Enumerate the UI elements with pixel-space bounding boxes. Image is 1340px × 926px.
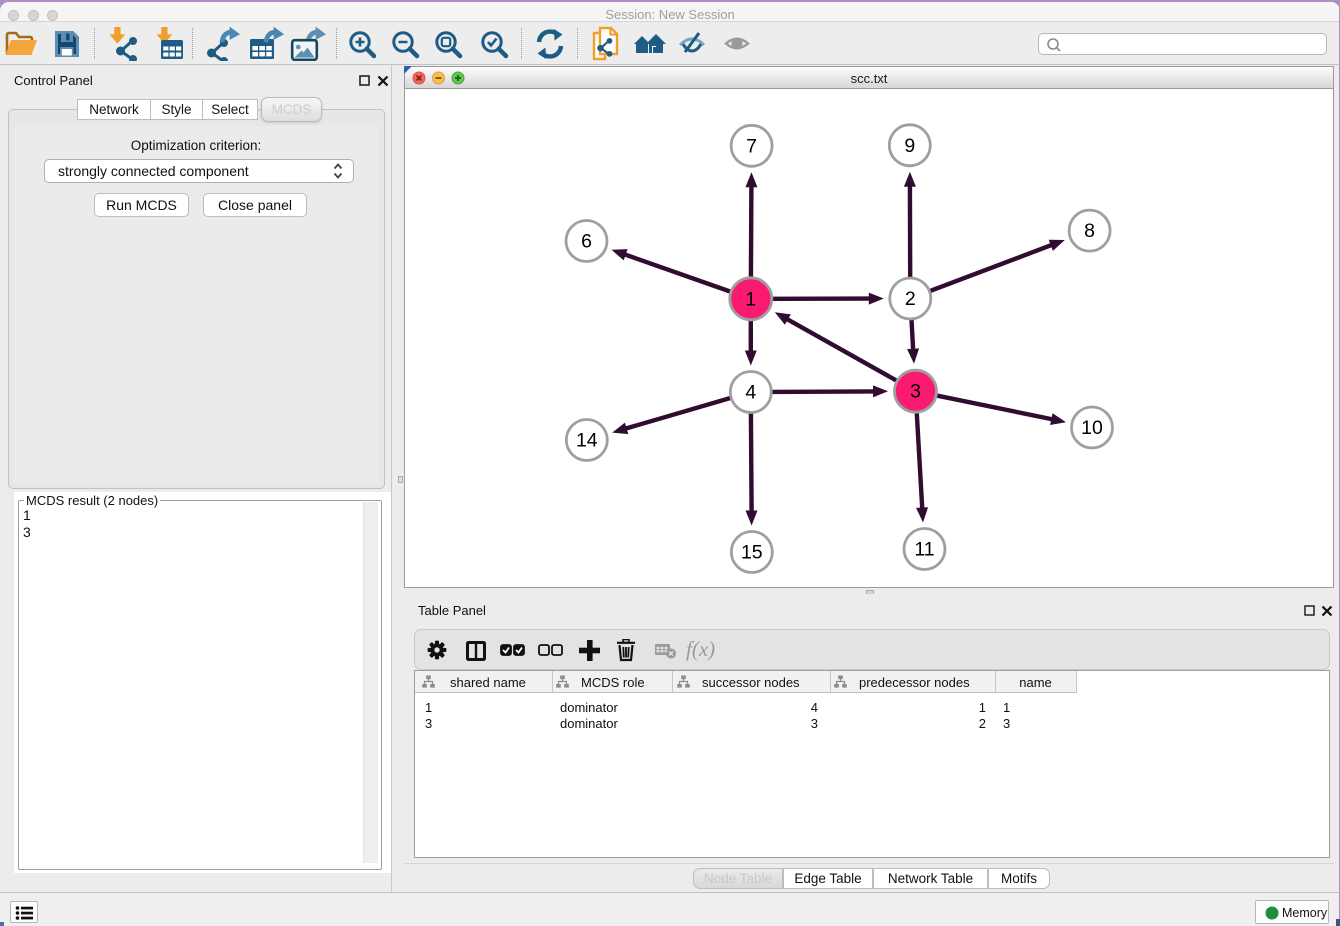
svg-text:15: 15 — [741, 541, 763, 563]
svg-text:2: 2 — [905, 288, 916, 310]
svg-text:3: 3 — [910, 380, 921, 402]
svg-text:4: 4 — [745, 381, 756, 403]
svg-text:11: 11 — [914, 538, 934, 560]
svg-text:1: 1 — [745, 288, 756, 310]
svg-text:7: 7 — [746, 135, 757, 157]
svg-text:6: 6 — [581, 230, 592, 252]
svg-text:14: 14 — [576, 429, 598, 451]
svg-text:10: 10 — [1081, 417, 1103, 439]
svg-text:9: 9 — [904, 134, 915, 156]
svg-text:8: 8 — [1084, 220, 1095, 242]
